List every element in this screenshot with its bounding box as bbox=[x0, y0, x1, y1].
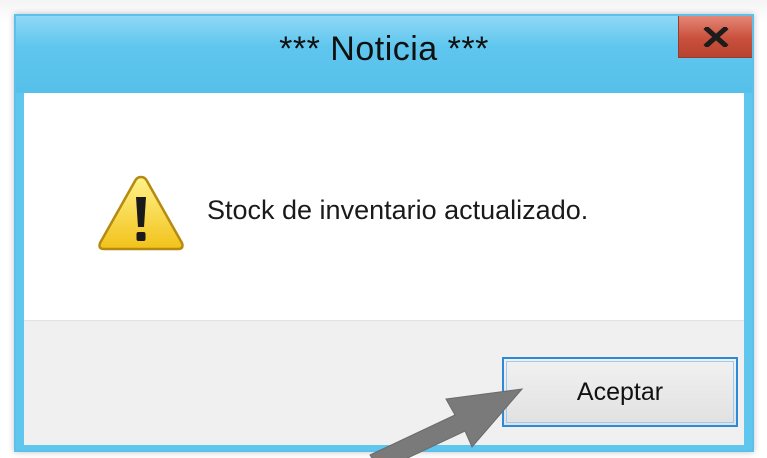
accept-button-label: Aceptar bbox=[576, 377, 664, 406]
dialog-titlebar[interactable]: *** Noticia *** bbox=[16, 16, 752, 93]
dialog-footer: Aceptar bbox=[24, 320, 744, 445]
accept-button[interactable]: Aceptar bbox=[502, 357, 738, 427]
dialog-content: Stock de inventario actualizado. bbox=[24, 93, 744, 320]
dialog-message: Stock de inventario actualizado. bbox=[207, 195, 589, 225]
close-button[interactable] bbox=[678, 16, 752, 58]
notice-dialog: *** Noticia *** Stock de inventario actu… bbox=[14, 14, 754, 452]
dialog-title: *** Noticia *** bbox=[279, 30, 489, 68]
close-icon bbox=[702, 26, 729, 47]
screenshot-stage: *** Noticia *** Stock de inventario actu… bbox=[0, 0, 767, 458]
warning-icon bbox=[98, 175, 184, 251]
